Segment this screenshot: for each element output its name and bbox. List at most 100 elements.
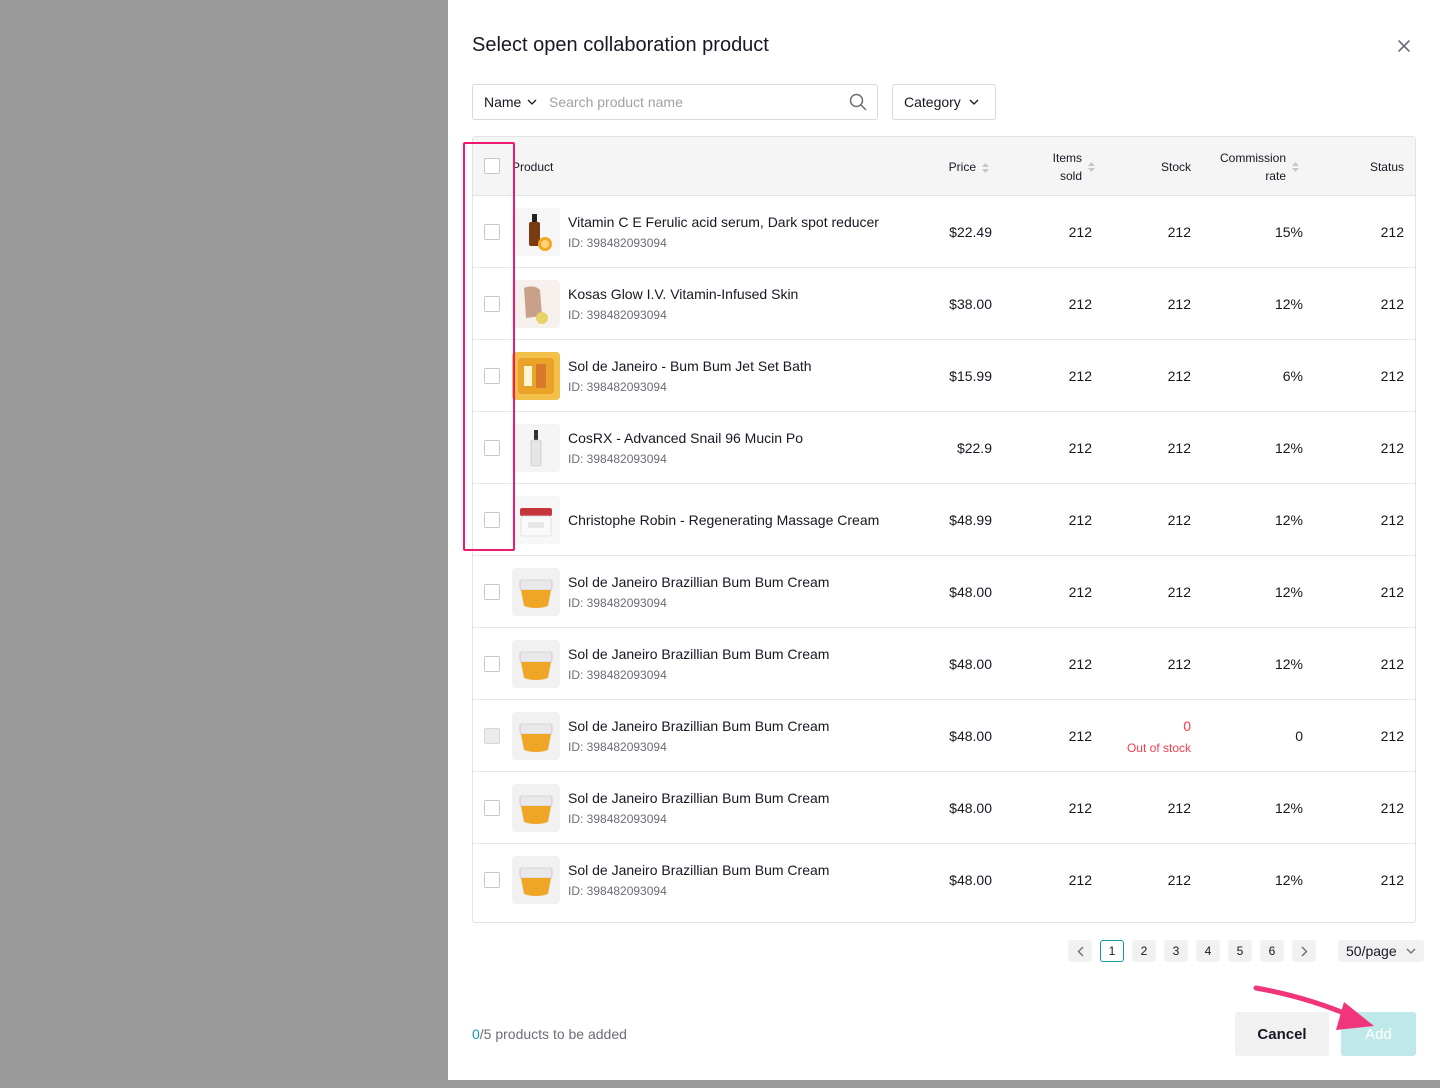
- page-button-2[interactable]: 2: [1132, 940, 1156, 962]
- commission-rate: 12%: [1274, 440, 1303, 456]
- page-button-1[interactable]: 1: [1100, 940, 1124, 962]
- prev-page-button[interactable]: [1068, 940, 1092, 962]
- pagination: 1 2 3 4 5 6 50/page: [1068, 940, 1424, 962]
- price: $22.49: [949, 224, 992, 240]
- commission-rate: 12%: [1274, 800, 1303, 816]
- product-name: Kosas Glow I.V. Vitamin-Infused Skin: [568, 286, 799, 302]
- page-button-4[interactable]: 4: [1196, 940, 1220, 962]
- status: 212: [1380, 656, 1404, 672]
- bum-bum-cream-icon: [512, 640, 560, 688]
- stock: 212: [1167, 800, 1191, 816]
- search-bar: Name: [472, 84, 878, 120]
- select-all-checkbox[interactable]: [484, 158, 500, 174]
- status: 212: [1380, 440, 1404, 456]
- row-checkbox[interactable]: [484, 872, 500, 888]
- row-checkbox[interactable]: [484, 368, 500, 384]
- table-row[interactable]: Sol de Janeiro Brazillian Bum Bum Cream …: [473, 772, 1415, 844]
- items-sold: 212: [1068, 224, 1092, 240]
- per-page-label: 50/page: [1346, 943, 1397, 959]
- product-thumbnail: [512, 784, 560, 832]
- bum-bum-cream-icon: [512, 712, 560, 760]
- price: $48.00: [949, 656, 992, 672]
- page-button-5[interactable]: 5: [1228, 940, 1252, 962]
- sort-icon: [1292, 162, 1299, 172]
- product-thumbnail: [512, 352, 560, 400]
- backdrop-strip: [448, 1080, 1440, 1088]
- commission-rate: 12%: [1274, 584, 1303, 600]
- table-row[interactable]: Kosas Glow I.V. Vitamin-Infused Skin ID:…: [473, 268, 1415, 340]
- items-sold: 212: [1068, 440, 1092, 456]
- product-thumbnail: [512, 856, 560, 904]
- close-icon[interactable]: [1394, 36, 1414, 56]
- cancel-button[interactable]: Cancel: [1235, 1012, 1329, 1056]
- add-button[interactable]: Add: [1341, 1012, 1416, 1056]
- header-commission-line1: Commission: [1219, 151, 1286, 165]
- stock: 212: [1167, 368, 1191, 384]
- status: 212: [1380, 872, 1404, 888]
- header-items-sold[interactable]: Items sold: [1053, 149, 1095, 185]
- row-checkbox[interactable]: [484, 224, 500, 240]
- chevron-down-icon: [1406, 948, 1416, 954]
- price: $38.00: [949, 296, 992, 312]
- product-id: ID: 398482093094: [568, 668, 667, 682]
- status: 212: [1380, 728, 1404, 744]
- product-name: Sol de Janeiro Brazillian Bum Bum Cream: [568, 718, 830, 734]
- stock: 212: [1167, 584, 1191, 600]
- product-name: Christophe Robin - Regenerating Massage …: [568, 512, 880, 528]
- status: 212: [1380, 296, 1404, 312]
- commission-rate: 12%: [1274, 872, 1303, 888]
- product-thumbnail: [512, 208, 560, 256]
- row-checkbox[interactable]: [484, 800, 500, 816]
- category-dropdown[interactable]: Category: [892, 84, 996, 120]
- header-product: Product: [512, 160, 554, 174]
- page-button-6[interactable]: 6: [1260, 940, 1284, 962]
- row-checkbox[interactable]: [484, 656, 500, 672]
- items-sold: 212: [1068, 368, 1092, 384]
- row-checkbox[interactable]: [484, 512, 500, 528]
- items-sold: 212: [1068, 872, 1092, 888]
- table-row[interactable]: Sol de Janeiro - Bum Bum Jet Set Bath ID…: [473, 340, 1415, 412]
- product-name: CosRX - Advanced Snail 96 Mucin Po: [568, 430, 804, 446]
- cream-jar-icon: [512, 496, 560, 544]
- table-row: Sol de Janeiro Brazillian Bum Bum Cream …: [473, 700, 1415, 772]
- row-checkbox[interactable]: [484, 584, 500, 600]
- product-thumbnail: [512, 496, 560, 544]
- commission-rate: 12%: [1274, 296, 1303, 312]
- commission-rate: 15%: [1274, 224, 1303, 240]
- table-row[interactable]: Christophe Robin - Regenerating Massage …: [473, 484, 1415, 556]
- table-row[interactable]: Vitamin C E Ferulic acid serum, Dark spo…: [473, 196, 1415, 268]
- commission-rate: 12%: [1274, 512, 1303, 528]
- search-input[interactable]: [549, 94, 849, 110]
- product-thumbnail: [512, 280, 560, 328]
- price: $48.00: [949, 800, 992, 816]
- page-button-3[interactable]: 3: [1164, 940, 1188, 962]
- product-name: Sol de Janeiro Brazillian Bum Bum Cream: [568, 646, 830, 662]
- header-price[interactable]: Price: [949, 158, 989, 176]
- product-id: ID: 398482093094: [568, 308, 667, 322]
- selection-summary: 0/5 products to be added: [472, 1026, 627, 1042]
- next-page-button[interactable]: [1292, 940, 1316, 962]
- table-row[interactable]: Sol de Janeiro Brazillian Bum Bum Cream …: [473, 844, 1415, 916]
- product-thumbnail: [512, 712, 560, 760]
- row-checkbox[interactable]: [484, 440, 500, 456]
- row-checkbox[interactable]: [484, 296, 500, 312]
- search-icon[interactable]: [849, 93, 867, 111]
- items-sold: 212: [1068, 296, 1092, 312]
- product-name: Sol de Janeiro - Bum Bum Jet Set Bath: [568, 358, 812, 374]
- items-sold: 212: [1068, 512, 1092, 528]
- sort-icon: [982, 162, 989, 173]
- items-sold: 212: [1068, 584, 1092, 600]
- table-row[interactable]: Sol de Janeiro Brazillian Bum Bum Cream …: [473, 556, 1415, 628]
- search-field-label: Name: [484, 94, 522, 110]
- backdrop-overlay[interactable]: [0, 0, 448, 1088]
- stock: 212: [1167, 224, 1191, 240]
- price: $48.00: [949, 728, 992, 744]
- search-field-select[interactable]: Name: [473, 94, 549, 110]
- product-id: ID: 398482093094: [568, 740, 667, 754]
- chevron-down-icon: [969, 99, 979, 105]
- table-row[interactable]: CosRX - Advanced Snail 96 Mucin Po ID: 3…: [473, 412, 1415, 484]
- header-commission[interactable]: Commission rate: [1220, 149, 1299, 185]
- table-row[interactable]: Sol de Janeiro Brazillian Bum Bum Cream …: [473, 628, 1415, 700]
- status: 212: [1380, 512, 1404, 528]
- per-page-select[interactable]: 50/page: [1338, 940, 1424, 962]
